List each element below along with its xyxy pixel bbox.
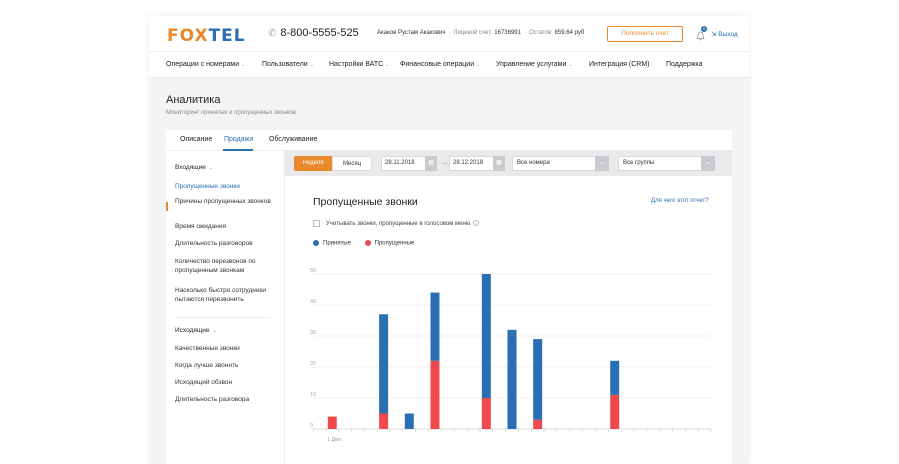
analytics-card: Описание Продажи Обслуживание Входящие ⌄ … [166, 130, 732, 464]
bar-accepted [533, 339, 543, 420]
bar-accepted [610, 360, 620, 395]
x-tick-label: 1 Дек [327, 437, 341, 443]
bar-missed [481, 398, 491, 429]
bar-accepted [481, 274, 491, 398]
notification-badge: 5 [701, 26, 707, 32]
bar-missed [327, 416, 337, 429]
nav-item-number-operations[interactable]: Операции с номерами ⌄ [166, 61, 245, 68]
phone-icon: ✆ [268, 28, 277, 39]
notifications-button[interactable]: 5 [696, 26, 707, 41]
bar-missed [610, 394, 620, 429]
y-tick-label: 30 [310, 330, 316, 336]
y-tick-label: 0 [310, 423, 313, 429]
y-tick-label: 40 [310, 299, 316, 305]
bar-missed [533, 419, 543, 429]
nav-item-support[interactable]: Поддержка [666, 61, 703, 68]
topup-button[interactable]: Пополнить счет [607, 26, 683, 42]
page-subtitle: Мониторинг принятых и пропущенных звонко… [166, 110, 296, 116]
logo-part-tel: TEL [208, 26, 246, 46]
account-info: Акаков Рустам Акакович · Лицевой счет: 167… [377, 30, 585, 36]
nav-item-services[interactable]: Управление услугами ⌄ [496, 61, 573, 68]
logo-part-fox: FOX [167, 26, 209, 46]
chevron-down-icon: ⌄ [385, 62, 390, 68]
main-nav: Операции с номерами ⌄ Пользователи ⌄ Настр… [149, 52, 749, 78]
support-phone: ✆ 8-800-5555-525 [268, 27, 359, 39]
bar-accepted [430, 292, 440, 361]
bar-accepted [507, 329, 517, 429]
top-header: FOXTEL ✆ 8-800-5555-525 Акаков Рустам Ака… [149, 16, 749, 52]
page-area: Аналитика Мониторинг принятых и пропущен… [149, 78, 749, 464]
chevron-down-icon: ⌄ [568, 62, 573, 68]
page-title: Аналитика [166, 94, 221, 106]
chevron-down-icon: ⌄ [309, 62, 314, 68]
bar-accepted [404, 413, 414, 429]
foxtel-logo[interactable]: FOXTEL [167, 26, 246, 46]
account-label: Лицевой счет: [453, 30, 493, 36]
balance-label: Остаток: [528, 30, 553, 36]
logout-link[interactable]: ⇲ Выход [711, 30, 738, 38]
account-number: 16736991 [494, 30, 521, 36]
y-tick-label: 50 [310, 268, 316, 274]
nav-item-finance[interactable]: Финансовые операции ⌄ [400, 61, 480, 68]
app-window: FOXTEL ✆ 8-800-5555-525 Акаков Рустам Ака… [149, 16, 749, 464]
nav-item-users[interactable]: Пользователи ⌄ [262, 61, 314, 68]
y-tick-label: 10 [310, 392, 316, 398]
missed-calls-chart: 0 10 20 30 40 50 1 Дек [310, 268, 712, 443]
bar-accepted [379, 314, 389, 414]
nav-item-crm[interactable]: Интеграция (CRM) [589, 61, 650, 68]
balance-value: 859,64 руб [554, 30, 585, 36]
user-name: Акаков Рустам Акакович [377, 30, 446, 36]
chevron-down-icon: ⌄ [476, 62, 481, 68]
logout-icon: ⇲ [711, 31, 717, 38]
chevron-down-icon: ⌄ [241, 62, 246, 68]
bar-missed [430, 360, 440, 429]
bar-missed [379, 413, 389, 429]
phone-number: 8-800-5555-525 [280, 27, 359, 39]
bell-icon [696, 31, 705, 41]
logout-label: Выход [718, 31, 738, 38]
nav-item-vats-settings[interactable]: Настройки ВАТС ⌄ [329, 61, 389, 68]
y-tick-label: 20 [310, 361, 316, 367]
